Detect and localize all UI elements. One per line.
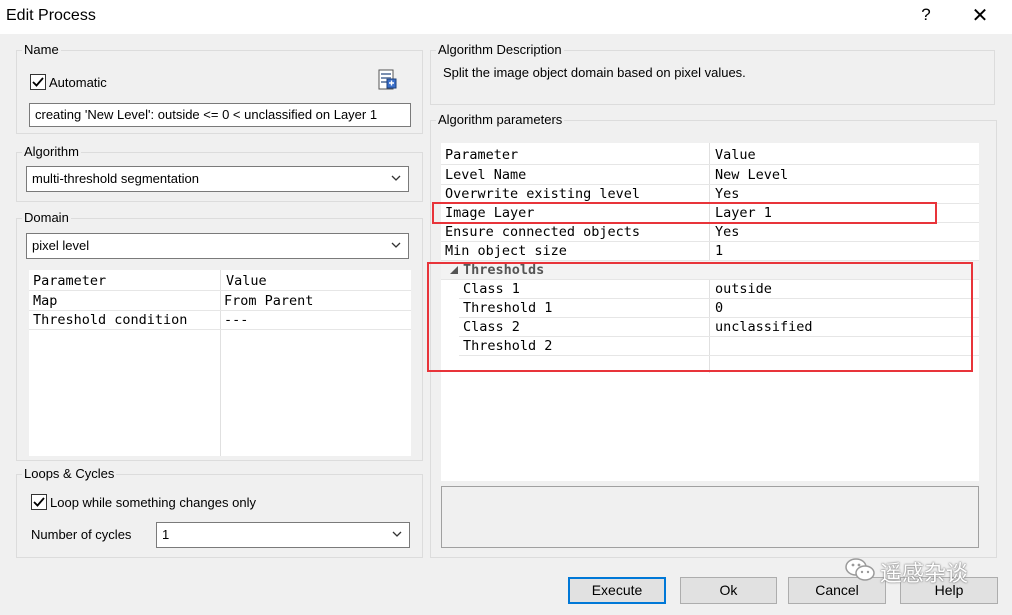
name-group-label: Name	[22, 42, 61, 57]
cycles-select-value: 1	[162, 527, 170, 542]
param-header: Parameter	[445, 147, 519, 163]
automatic-label: Automatic	[49, 75, 107, 90]
chevron-down-icon	[391, 175, 401, 181]
row-param: Overwrite existing level	[445, 186, 641, 202]
automatic-checkbox[interactable]	[30, 74, 46, 90]
ok-button[interactable]: Ok	[680, 577, 777, 604]
chevron-down-icon	[391, 242, 401, 248]
execute-button[interactable]: Execute	[568, 577, 666, 604]
param-row-ensure-connected[interactable]: Ensure connected objects Yes	[441, 223, 979, 242]
edit-name-icon[interactable]	[376, 68, 398, 92]
domain-row-threshold-condition[interactable]: Threshold condition ---	[29, 311, 411, 330]
checkmark-icon	[33, 497, 45, 507]
algorithm-group-label: Algorithm	[22, 144, 81, 159]
wechat-logo-icon	[844, 556, 876, 584]
domain-select-value: pixel level	[32, 238, 90, 253]
description-group-label: Algorithm Description	[436, 42, 564, 57]
row-value: New Level	[715, 167, 789, 183]
loop-label: Loop while something changes only	[50, 495, 256, 510]
image-layer-highlight	[432, 202, 937, 224]
cycles-select[interactable]: 1	[156, 522, 410, 548]
title-bar	[0, 0, 1012, 34]
row-param: Map	[33, 293, 58, 309]
domain-header-row: Parameter Value	[29, 272, 411, 291]
params-header-row: Parameter Value	[441, 146, 979, 165]
row-value: Yes	[715, 186, 740, 202]
chevron-down-icon	[392, 531, 402, 537]
domain-row-map[interactable]: Map From Parent	[29, 292, 411, 311]
row-param: Threshold condition	[33, 312, 188, 328]
row-param: Min object size	[445, 243, 567, 259]
param-row-level-name[interactable]: Level Name New Level	[441, 166, 979, 185]
description-text: Split the image object domain based on p…	[443, 65, 746, 80]
row-value: 1	[715, 243, 724, 259]
cycles-label: Number of cycles	[31, 527, 132, 542]
loops-group-label: Loops & Cycles	[22, 466, 117, 481]
domain-parameter-grid: Parameter Value Map From Parent Threshol…	[29, 270, 411, 456]
param-row-min-object-size[interactable]: Min object size 1	[441, 242, 979, 261]
loop-checkbox[interactable]	[31, 494, 47, 510]
parameter-help-pane	[441, 486, 979, 548]
value-header: Value	[715, 147, 756, 163]
process-name-field[interactable]: creating 'New Level': outside <= 0 < unc…	[29, 103, 411, 127]
value-header: Value	[226, 273, 267, 289]
parameters-group-label: Algorithm parameters	[436, 112, 565, 127]
row-value: ---	[224, 312, 249, 328]
thresholds-highlight	[427, 262, 973, 372]
close-button[interactable]: ✕	[968, 3, 992, 28]
param-header: Parameter	[33, 273, 107, 289]
row-param: Ensure connected objects	[445, 224, 641, 240]
domain-select[interactable]: pixel level	[26, 233, 409, 259]
row-value: From Parent	[224, 293, 314, 309]
algorithm-select[interactable]: multi-threshold segmentation	[26, 166, 409, 192]
row-param: Level Name	[445, 167, 527, 183]
domain-group-label: Domain	[22, 210, 71, 225]
help-title-button[interactable]: ?	[916, 5, 936, 25]
watermark-text: 遥感杂谈	[880, 562, 969, 587]
algorithm-select-value: multi-threshold segmentation	[32, 171, 199, 186]
checkmark-icon	[32, 77, 44, 87]
window-title: Edit Process	[6, 7, 96, 24]
row-value: Yes	[715, 224, 740, 240]
